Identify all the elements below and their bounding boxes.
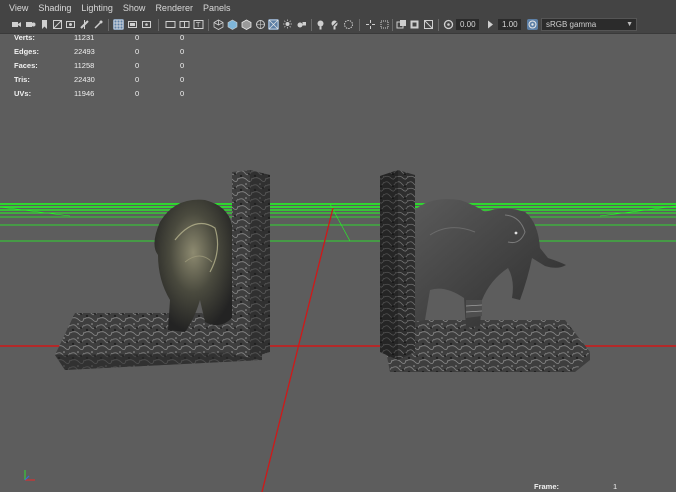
color-space-dropdown[interactable]: sRGB gamma ▼ [541, 18, 637, 31]
menu-view[interactable]: View [0, 0, 33, 17]
menu-panels[interactable]: Panels [198, 0, 236, 17]
camera-icon[interactable] [11, 19, 22, 30]
safe-title-icon[interactable]: T [193, 19, 204, 30]
toolbar-separator [392, 19, 393, 31]
2d-pan-icon[interactable] [65, 19, 76, 30]
hud-value-selected: 0 [135, 61, 140, 70]
gamma-field[interactable]: 1.00 [498, 19, 521, 30]
image-plane-icon[interactable] [52, 19, 63, 30]
frame-value: 1 [613, 482, 618, 491]
color-space-label: sRGB gamma [546, 20, 597, 29]
screen-space-ao-icon[interactable] [296, 19, 307, 30]
toolbar-separator [208, 19, 209, 31]
depth-of-field-icon[interactable] [343, 19, 354, 30]
color-management-icon[interactable] [527, 19, 538, 30]
hud-value-object: 11946 [74, 89, 95, 98]
bookend-left [55, 170, 270, 370]
isolate-select-icon[interactable] [365, 19, 376, 30]
menu-show[interactable]: Show [118, 0, 151, 17]
wireframe-on-shaded-icon[interactable] [241, 19, 252, 30]
3d-viewport[interactable] [0, 34, 676, 492]
toolbar-separator [438, 19, 439, 31]
xray-joints-icon[interactable] [93, 19, 104, 30]
hud-value-object: 11258 [74, 61, 95, 70]
hud-label: UVs: [14, 89, 32, 98]
axis-gizmo-icon [24, 470, 35, 481]
hud-value-object: 22493 [74, 47, 95, 56]
bookend-right [380, 170, 590, 372]
hud-value-selected: 0 [135, 33, 140, 42]
hud-value-object: 11231 [74, 33, 95, 42]
hud-value-components: 0 [180, 47, 185, 56]
xray-active-icon[interactable] [396, 19, 407, 30]
hud-value-components: 0 [180, 89, 185, 98]
field-chart-icon[interactable] [179, 19, 190, 30]
smooth-shade-icon[interactable] [227, 19, 238, 30]
bookmark-icon[interactable] [39, 19, 50, 30]
anti-aliasing-icon[interactable] [329, 19, 340, 30]
ground-grid [0, 203, 676, 242]
viewport-menubar: View Shading Lighting Show Renderer Pane… [0, 0, 676, 17]
resolution-gate-icon[interactable] [141, 19, 152, 30]
hud-value-selected: 0 [135, 47, 140, 56]
sticky-camera-icon[interactable] [423, 19, 434, 30]
hud-label: Edges: [14, 47, 40, 56]
safe-action-icon[interactable] [379, 19, 390, 30]
wireframe-icon[interactable] [213, 19, 224, 30]
frame-label: Frame: [534, 482, 560, 491]
toolbar-separator [311, 19, 312, 31]
panel-toolbar: T 0.00 1.00 sRGB gamma ▼ [0, 17, 676, 34]
toolbar-separator [158, 19, 159, 31]
hud-value-components: 0 [180, 75, 185, 84]
hud-label: Faces: [14, 61, 38, 70]
xray-icon[interactable] [255, 19, 266, 30]
hud-value-object: 22430 [74, 75, 95, 84]
hud-label: Verts: [14, 33, 35, 42]
grease-pencil-icon[interactable] [79, 19, 90, 30]
exposure-field[interactable]: 0.00 [456, 19, 479, 30]
shadows-icon[interactable] [282, 19, 293, 30]
chevron-down-icon: ▼ [626, 21, 633, 28]
toolbar-separator [359, 19, 360, 31]
toolbar-separator [108, 19, 109, 31]
hud-value-components: 0 [180, 61, 185, 70]
hud-row-edges: Edges: 22493 0 0 [14, 47, 204, 59]
use-default-material-icon[interactable] [268, 19, 279, 30]
hud-row-verts: Verts: 11231 0 0 [14, 33, 204, 45]
hud-value-selected: 0 [135, 75, 140, 84]
menu-lighting[interactable]: Lighting [76, 0, 118, 17]
menu-renderer[interactable]: Renderer [150, 0, 198, 17]
film-gate-icon[interactable] [127, 19, 138, 30]
gate-mask-icon[interactable] [165, 19, 176, 30]
z-axis-line [261, 207, 334, 492]
camera-attributes-icon[interactable] [25, 19, 36, 30]
hud-value-components: 0 [180, 33, 185, 42]
hud-row-tris: Tris: 22430 0 0 [14, 75, 204, 87]
motion-blur-icon[interactable] [315, 19, 326, 30]
viewport-scene [0, 170, 676, 492]
exposure-icon[interactable] [443, 19, 454, 30]
hud-label: Tris: [14, 75, 30, 84]
svg-text:T: T [195, 21, 201, 29]
grid-icon[interactable] [113, 19, 124, 30]
hud-row-faces: Faces: 11258 0 0 [14, 61, 204, 73]
camera-lock-icon[interactable] [409, 19, 420, 30]
hud-row-uvs: UVs: 11946 0 0 [14, 89, 204, 101]
gamma-icon[interactable] [485, 19, 496, 30]
menu-shading[interactable]: Shading [33, 0, 76, 17]
hud-value-selected: 0 [135, 89, 140, 98]
